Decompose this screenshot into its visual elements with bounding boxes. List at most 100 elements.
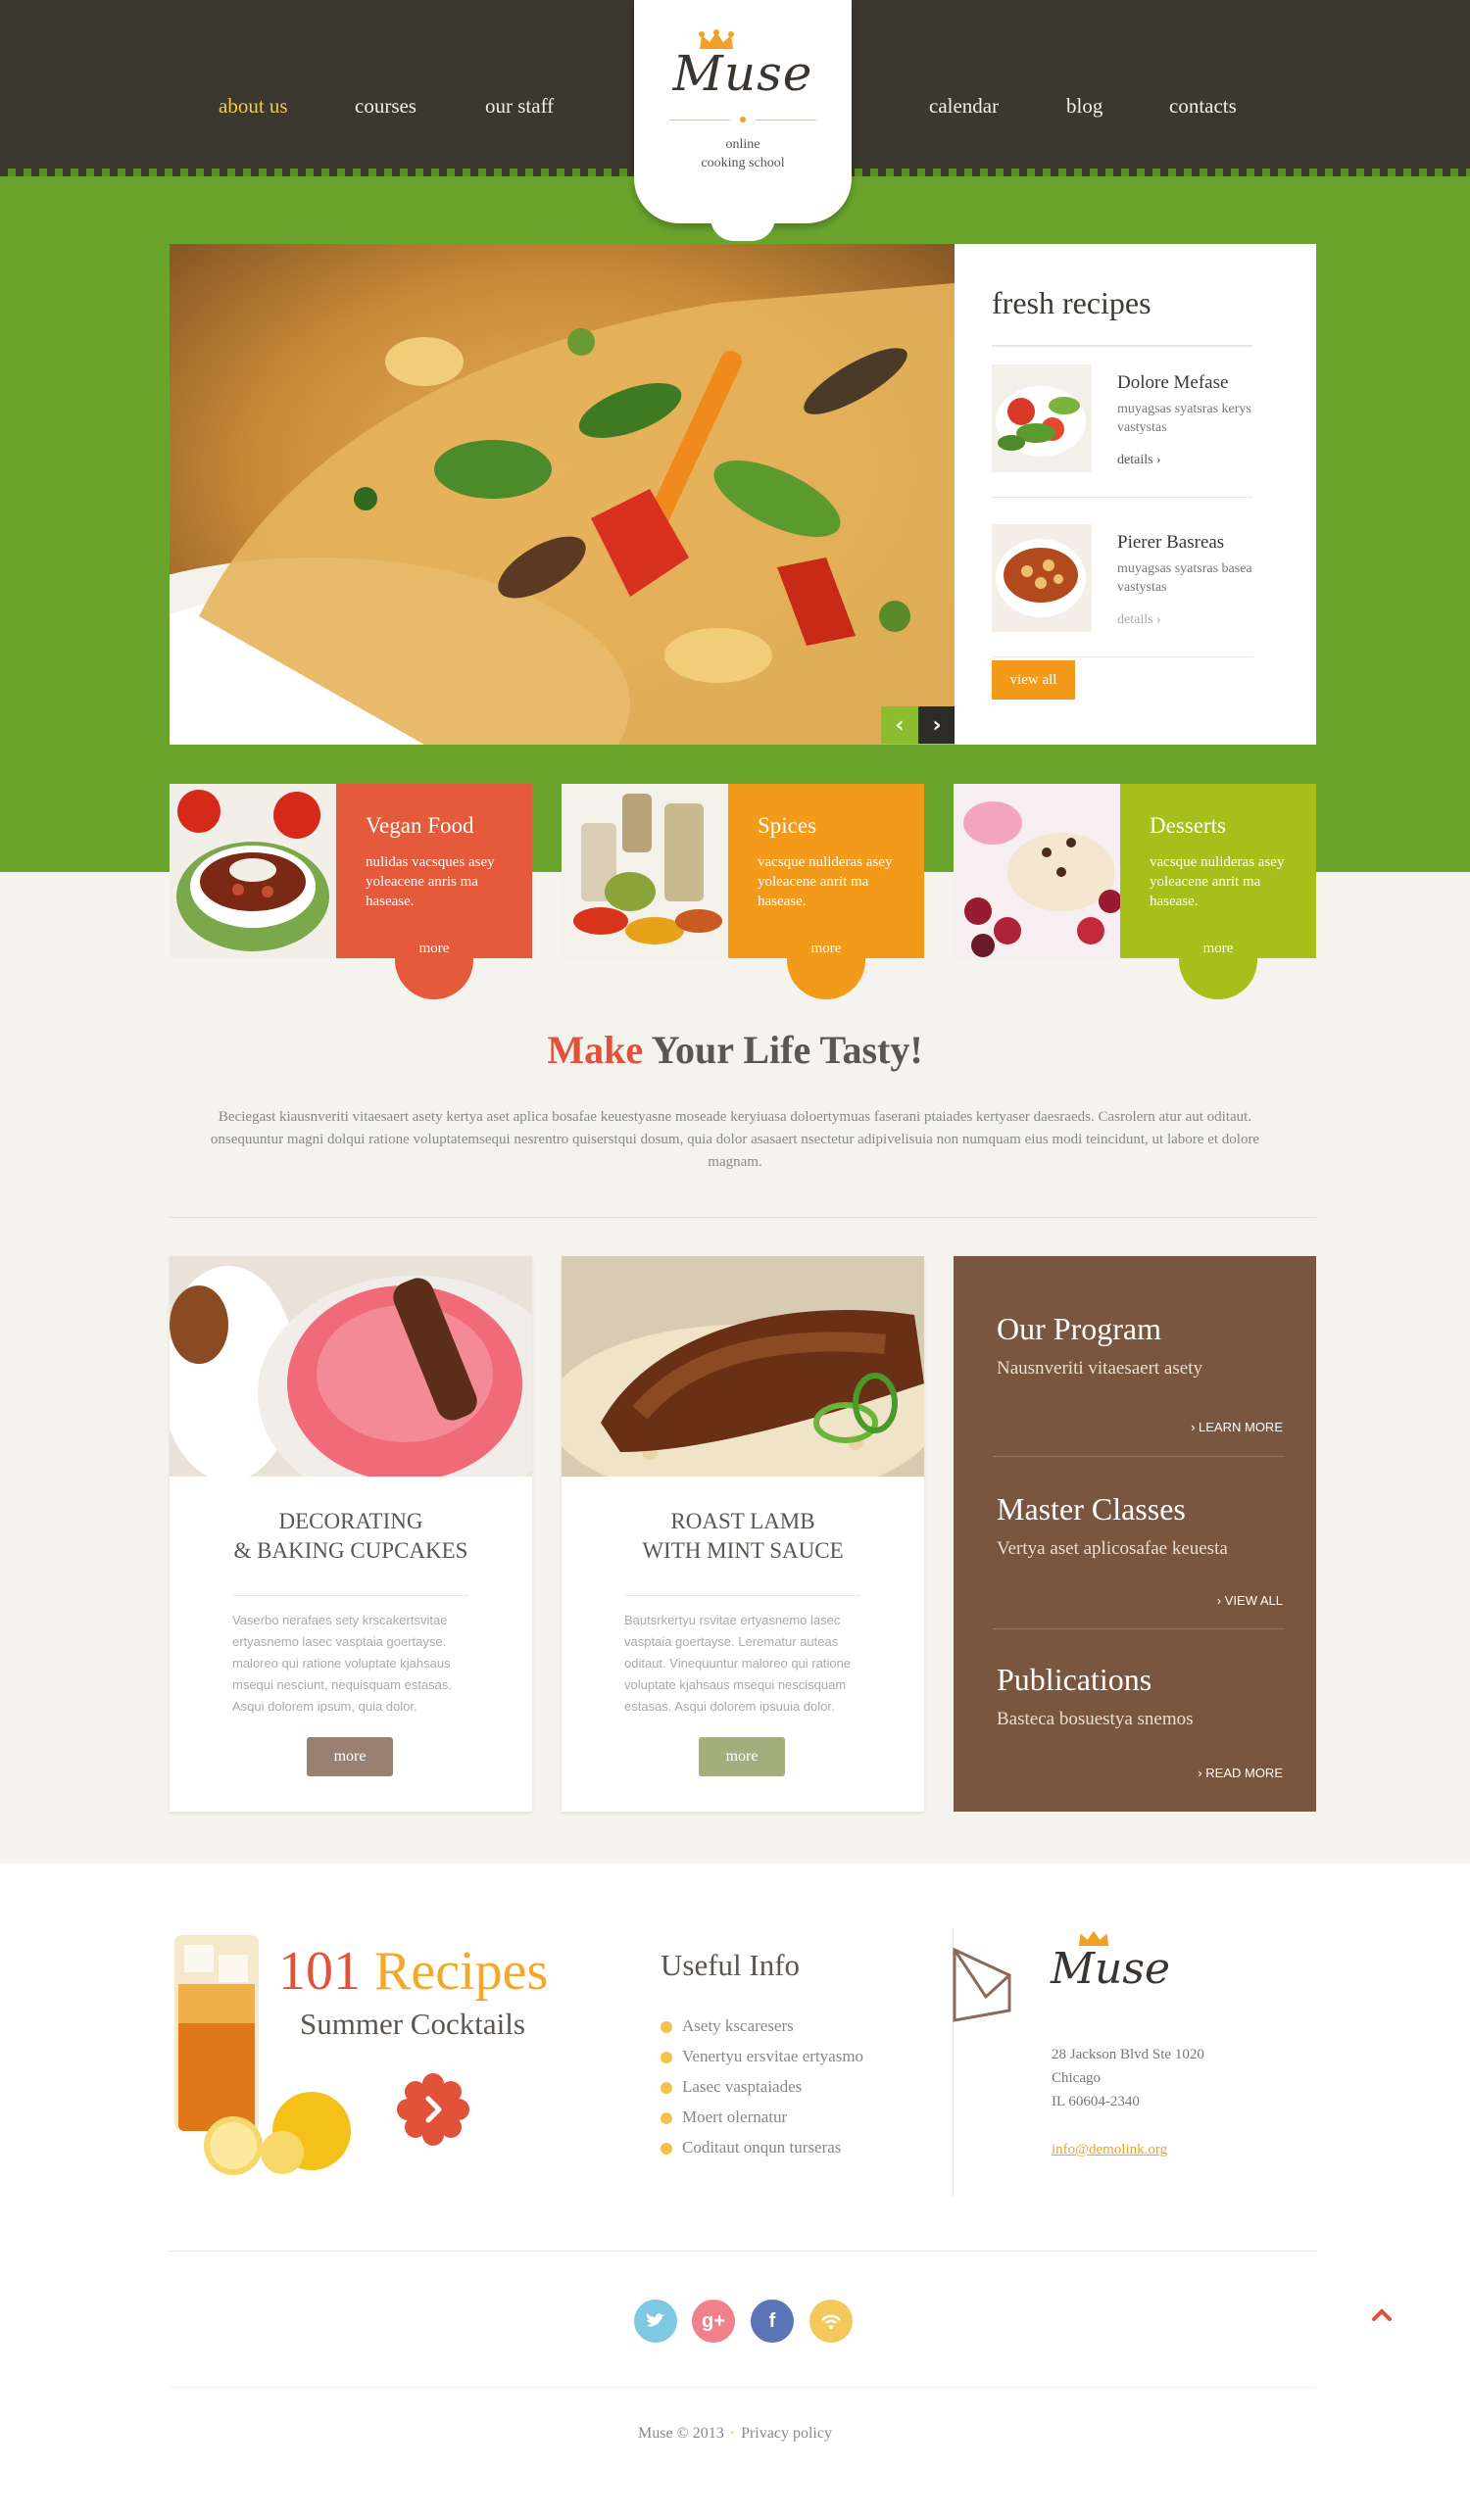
nav-blog[interactable]: blog — [1066, 94, 1102, 119]
footer-logo-text: Muse — [1051, 1944, 1171, 1994]
useful-info-list: Asety kscaresers Venertyu ersvitae ertya… — [661, 2016, 863, 2168]
program-subtitle: Vertya aset aplicosafae keuesta — [997, 1538, 1228, 1559]
google-plus-icon[interactable]: g+ — [692, 2300, 735, 2343]
chevron-right-icon: › — [1198, 1766, 1202, 1780]
category-title[interactable]: Spices — [758, 813, 924, 839]
nav-courses[interactable]: courses — [355, 94, 416, 119]
feature-image — [170, 1256, 532, 1477]
category-image — [170, 784, 336, 958]
program-title[interactable]: Master Classes — [997, 1491, 1186, 1527]
divider — [992, 656, 1252, 657]
intro-heading-accent: Make — [547, 1028, 644, 1072]
recipe-item: Pierer Basreas muyagsas syatsras basea v… — [992, 524, 1256, 671]
contact-address: 28 Jackson Blvd Ste 1020 Chicago IL 6060… — [1052, 2043, 1204, 2113]
email-link[interactable]: info@demolink.org — [1052, 2142, 1167, 2158]
category-card-spices: Spices vacsque nulideras asey yoleacene … — [562, 784, 924, 999]
recipe-description: muyagsas syatsras basea vastystas — [1117, 561, 1252, 595]
chevron-up-icon — [1372, 2308, 1392, 2321]
fresh-recipes-panel: fresh recipes Dolore Mefase muyagsas sya… — [955, 244, 1316, 745]
category-description: vacsque nulideras asey yoleacene anrit m… — [1150, 854, 1285, 909]
address-line: 28 Jackson Blvd Ste 1020 — [1052, 2047, 1204, 2062]
feature-title: ROAST LAMB WITH MINT SAUCE — [562, 1507, 924, 1566]
recipe-thumbnail[interactable] — [992, 364, 1092, 472]
useful-info-item[interactable]: Asety kscaresers — [661, 2016, 863, 2047]
arrow-right-icon — [397, 2073, 469, 2146]
divider — [993, 1456, 1285, 1457]
useful-info-item[interactable]: Venertyu ersvitae ertyasmo — [661, 2047, 863, 2077]
slider-prev-button[interactable]: ‹ — [881, 706, 918, 744]
twitter-icon[interactable] — [634, 2300, 677, 2343]
promo-arrow-button[interactable] — [396, 2072, 470, 2147]
program-title[interactable]: Our Program — [997, 1311, 1161, 1347]
category-image — [562, 784, 728, 958]
useful-info-item[interactable]: Lasec vasptaiades — [661, 2077, 863, 2108]
logo-name: Muse — [672, 45, 813, 102]
category-body: Desserts vacsque nulideras asey yoleacen… — [1120, 784, 1316, 999]
bullet-icon — [661, 2021, 672, 2033]
nav-our-staff[interactable]: our staff — [485, 94, 554, 119]
category-title[interactable]: Desserts — [1150, 813, 1316, 839]
address-line: Chicago — [1052, 2070, 1101, 2086]
promo-subtitle: Summer Cocktails — [300, 2007, 525, 2041]
chevron-right-icon: › — [1216, 1593, 1222, 1608]
back-to-top-button[interactable] — [1369, 2302, 1395, 2328]
site-logo[interactable]: Muse online cooking school — [634, 0, 852, 241]
category-more-button[interactable]: more — [787, 921, 865, 999]
category-card-vegan: Vegan Food nulidas vacsques asey yoleace… — [170, 784, 532, 999]
logo-divider-left — [669, 120, 730, 121]
nav-contacts[interactable]: contacts — [1169, 94, 1237, 119]
bullet-icon — [661, 2143, 672, 2155]
footer-logo[interactable]: Muse — [1051, 1926, 1217, 2005]
feature-text: Vaserbo nerafaes sety krscakertsvitae er… — [232, 1613, 453, 1714]
feature-title: DECORATING & BAKING CUPCAKES — [170, 1507, 532, 1566]
category-body: Spices vacsque nulideras asey yoleacene … — [728, 784, 924, 999]
recipe-thumbnail[interactable] — [992, 524, 1092, 632]
nav-about-us[interactable]: about us — [219, 94, 288, 119]
logo-divider-dot — [740, 117, 746, 122]
chevron-right-icon: › — [932, 712, 942, 738]
recipe-name[interactable]: Pierer Basreas — [1117, 532, 1224, 554]
divider — [992, 497, 1252, 498]
slider-next-button[interactable]: › — [918, 706, 956, 744]
privacy-policy-link[interactable]: Privacy policy — [741, 2425, 832, 2442]
category-more-button[interactable]: more — [395, 921, 473, 999]
program-panel: Our Program Nausnveriti vitaesaert asety… — [954, 1256, 1316, 1812]
category-title[interactable]: Vegan Food — [366, 813, 532, 839]
useful-info-title: Useful Info — [661, 1948, 801, 1982]
category-card-desserts: Desserts vacsque nulideras asey yoleacen… — [954, 784, 1316, 999]
feature-more-button[interactable]: more — [699, 1737, 785, 1776]
bullet-icon — [661, 2112, 672, 2124]
program-title[interactable]: Publications — [997, 1662, 1152, 1698]
useful-info-item[interactable]: Coditaut onqun turseras — [661, 2138, 863, 2168]
rss-icon[interactable] — [809, 2300, 853, 2343]
facebook-icon[interactable]: f — [751, 2300, 794, 2343]
hero-slide-image — [170, 244, 955, 745]
recipe-name[interactable]: Dolore Mefase — [1117, 372, 1228, 394]
recipe-details-link[interactable]: details › — [1117, 612, 1161, 628]
read-more-link[interactable]: › READ MORE — [1198, 1766, 1283, 1780]
bullet-icon — [661, 2082, 672, 2094]
divider — [170, 2251, 1316, 2252]
recipe-details-link[interactable]: details › — [1117, 453, 1161, 468]
nav-calendar[interactable]: calendar — [929, 94, 999, 119]
view-all-button[interactable]: view all — [992, 660, 1075, 700]
category-more-button[interactable]: more — [1179, 921, 1257, 999]
logo-divider-right — [756, 120, 816, 121]
category-image — [954, 784, 1120, 958]
divider — [170, 1217, 1316, 1218]
category-description: vacsque nulideras asey yoleacene anrit m… — [758, 854, 893, 909]
program-subtitle: Basteca bosuestya snemos — [997, 1709, 1194, 1729]
recipe-description: muyagsas syatsras kerys vastystas — [1117, 402, 1251, 435]
useful-info-item[interactable]: Moert olernatur — [661, 2108, 863, 2138]
view-all-link[interactable]: › VIEW ALL — [1217, 1593, 1283, 1608]
fresh-recipes-title: fresh recipes — [992, 285, 1152, 320]
chevron-right-icon: › — [1191, 1420, 1196, 1434]
feature-more-button[interactable]: more — [307, 1737, 393, 1776]
divider — [170, 2387, 1316, 2388]
feature-image — [562, 1256, 924, 1477]
learn-more-link[interactable]: › LEARN MORE — [1191, 1420, 1283, 1434]
feature-text: Bautsrkertyu rsvitae ertyasnemo lasec va… — [624, 1613, 852, 1714]
chevron-left-icon: ‹ — [895, 712, 905, 738]
promo-title[interactable]: 101 Recipes — [278, 1940, 548, 2003]
divider — [625, 1595, 860, 1596]
